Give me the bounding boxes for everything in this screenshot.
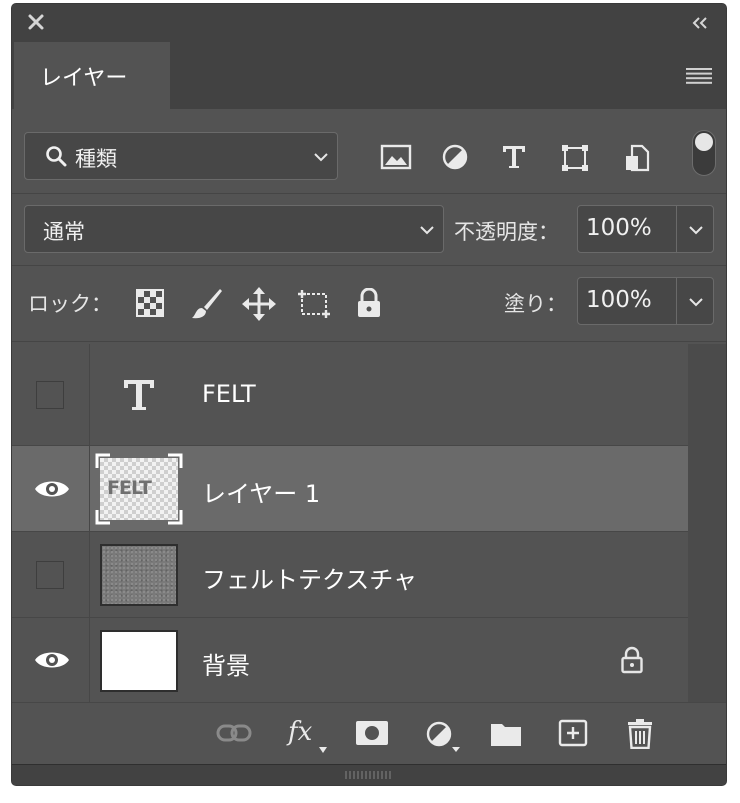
panel-title-bar	[12, 4, 726, 42]
lock-icon	[621, 646, 643, 674]
visibility-toggle-off[interactable]	[36, 381, 64, 409]
lock-all-icon[interactable]	[356, 288, 382, 318]
divider	[12, 265, 726, 266]
filter-kind-label: 種類	[75, 147, 117, 171]
layer-name: 背景	[202, 652, 250, 680]
divider	[12, 341, 726, 342]
delete-layer-icon[interactable]	[626, 717, 654, 749]
field-separator	[676, 206, 677, 252]
layers-scrollbar[interactable]	[688, 344, 726, 702]
field-separator	[676, 278, 677, 324]
panel-resize-grip[interactable]	[12, 764, 726, 785]
fx-dropdown-caret-icon	[319, 747, 327, 753]
new-adjustment-icon[interactable]	[426, 721, 460, 753]
search-icon	[46, 146, 67, 167]
layer-row-felt-texture[interactable]: フェルトテクスチャ	[12, 532, 688, 618]
layer-thumbnail: FELT	[95, 453, 183, 525]
visibility-toggle-off[interactable]	[36, 561, 64, 589]
visibility-cell	[12, 532, 90, 617]
tab-layers[interactable]: レイヤー	[14, 42, 170, 109]
layer-row-layer-1[interactable]: FELT レイヤー 1	[12, 446, 688, 532]
new-layer-icon[interactable]	[558, 719, 588, 747]
layers-list: FELT FELT レイヤー 1 フェルトテクスチャ 背景	[12, 344, 688, 702]
lock-image-pixels-icon[interactable]	[190, 287, 224, 321]
chevron-down-icon[interactable]	[688, 225, 704, 235]
chevron-down-icon	[314, 153, 328, 162]
type-filter-icon[interactable]	[501, 144, 527, 170]
lock-label: ロック：	[28, 292, 112, 316]
close-icon[interactable]	[26, 12, 46, 32]
layer-row-felt[interactable]: FELT	[12, 344, 688, 446]
link-layers-icon[interactable]	[216, 723, 252, 743]
blend-mode-dropdown[interactable]: 通常	[24, 205, 444, 253]
filter-toggle[interactable]	[692, 130, 716, 176]
fill-value: 100%	[586, 287, 652, 313]
fill-label: 塗り：	[504, 292, 567, 316]
opacity-value: 100%	[586, 215, 652, 241]
visibility-cell	[12, 344, 90, 445]
eye-icon[interactable]	[34, 649, 70, 671]
image-filter-icon[interactable]	[380, 144, 412, 170]
fill-field[interactable]: 100%	[577, 277, 714, 325]
visibility-cell	[12, 446, 90, 531]
filter-kind-dropdown[interactable]: 種類	[24, 132, 338, 180]
add-mask-icon[interactable]	[356, 721, 388, 745]
layers-panel: レイヤー 種類 通常 不透明度： 100% ロック： 塗り： 100% FELT…	[12, 4, 726, 785]
chevron-down-icon[interactable]	[688, 297, 704, 307]
layer-name: レイヤー 1	[202, 480, 321, 508]
layer-thumbnail	[100, 544, 178, 606]
layer-thumbnail	[100, 630, 178, 692]
visibility-cell	[12, 618, 90, 702]
chevron-down-icon	[420, 226, 434, 235]
panel-tab-row: レイヤー	[12, 42, 726, 109]
collapse-icon[interactable]	[690, 16, 710, 30]
blend-mode-label: 通常	[43, 220, 85, 244]
new-group-icon[interactable]	[490, 721, 522, 747]
panel-bottom-toolbar: fx	[12, 702, 726, 765]
grip-icon	[345, 771, 391, 779]
fx-icon[interactable]: fx	[288, 717, 312, 747]
panel-menu-icon[interactable]	[686, 68, 712, 84]
filter-toggle-knob	[695, 133, 713, 151]
lock-position-icon[interactable]	[242, 287, 276, 321]
opacity-label: 不透明度：	[454, 220, 559, 244]
text-layer-icon	[124, 380, 154, 410]
lock-transparent-pixels-icon[interactable]	[136, 289, 164, 317]
lock-artboard-icon[interactable]	[296, 288, 332, 320]
layer-row-background[interactable]: 背景	[12, 618, 688, 702]
shape-filter-icon[interactable]	[561, 144, 589, 172]
smart-object-filter-icon[interactable]	[624, 144, 650, 172]
opacity-field[interactable]: 100%	[577, 205, 714, 253]
layer-name: FELT	[202, 380, 256, 408]
adjustment-filter-icon[interactable]	[442, 144, 468, 170]
selection-corners-icon	[95, 453, 183, 525]
layer-name: フェルトテクスチャ	[202, 566, 418, 594]
tab-layers-label: レイヤー	[40, 66, 128, 91]
divider	[12, 193, 726, 194]
eye-icon[interactable]	[34, 478, 70, 500]
